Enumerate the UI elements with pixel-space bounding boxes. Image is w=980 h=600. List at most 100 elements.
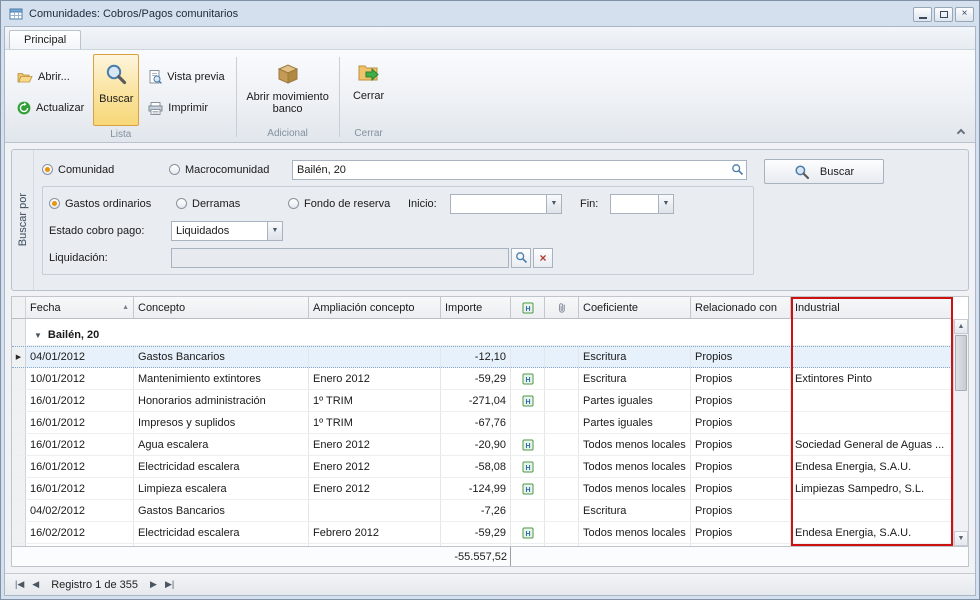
status-bar: |◀ ◀ Registro 1 de 355 ▶ ▶| [5, 573, 975, 595]
chevron-down-icon[interactable]: ▼ [546, 195, 561, 213]
table-row[interactable]: ▶04/01/2012Gastos Bancarios-12,10Escritu… [12, 346, 968, 368]
cell-doc: H [511, 522, 545, 543]
buscar-button[interactable]: Buscar [93, 54, 139, 126]
cell-clip [545, 522, 579, 543]
comunidad-value: Bailén, 20 [297, 164, 728, 176]
table-row[interactable]: 16/01/2012Agua escaleraEnero 2012-20,90H… [12, 434, 968, 456]
close-icon: × [962, 9, 968, 19]
minimize-icon [919, 17, 927, 19]
cell-importe: -59,29 [441, 522, 511, 543]
inicio-date-picker[interactable]: ▼ [450, 194, 562, 214]
comunidad-search-button[interactable] [728, 161, 746, 179]
last-record-button[interactable]: ▶| [161, 579, 178, 590]
cell-importe: -20,90 [441, 434, 511, 455]
scrollbar-thumb[interactable] [955, 335, 967, 391]
liquidacion-search-button[interactable] [511, 248, 531, 268]
table-row[interactable]: 10/01/2012Mantenimiento extintoresEnero … [12, 368, 968, 390]
fin-label: Fin: [580, 198, 610, 210]
record-info: Registro 1 de 355 [51, 579, 138, 591]
column-header-coeficiente[interactable]: Coeficiente [579, 297, 691, 319]
cell-clip [545, 544, 579, 546]
column-header-ampliacion[interactable]: Ampliación concepto [309, 297, 441, 319]
cell-ampliacion: Febrero 2012 [309, 522, 441, 543]
cell-industrial: Limpiezas Sampedro, S.L. [791, 478, 953, 499]
document-icon: H [522, 373, 534, 385]
scrollbar-track[interactable] [954, 334, 968, 531]
row-indicator [12, 434, 26, 455]
abrir-button[interactable]: Abrir... [10, 65, 91, 89]
table-row[interactable]: 16/01/2012Honorarios administración1º TR… [12, 390, 968, 412]
column-header-adjunto[interactable] [545, 297, 579, 319]
cell-ampliacion: Enero 2012 [309, 368, 441, 389]
radio-gastos-ordinarios[interactable]: Gastos ordinarios [49, 198, 176, 210]
cell-concepto: Limpieza escalera [134, 544, 309, 546]
cell-fecha: 16/01/2012 [26, 478, 134, 499]
minimize-button[interactable] [913, 7, 932, 22]
column-header-documento[interactable]: H [511, 297, 545, 319]
column-header-importe[interactable]: Importe [441, 297, 511, 319]
column-header-industrial[interactable]: Industrial [791, 297, 953, 319]
table-row[interactable]: 16/02/2012Electricidad escaleraFebrero 2… [12, 522, 968, 544]
vista-previa-button[interactable]: Vista previa [141, 65, 231, 89]
cell-relacionado: Propios [691, 478, 791, 499]
cerrar-button[interactable]: Cerrar [346, 54, 392, 126]
cell-fecha: 16/01/2012 [26, 412, 134, 433]
column-header-concepto[interactable]: Concepto [134, 297, 309, 319]
radio-derramas[interactable]: Derramas [176, 198, 288, 210]
fin-date-picker[interactable]: ▼ [610, 194, 674, 214]
chevron-down-icon[interactable]: ▼ [267, 222, 282, 240]
table-row[interactable]: 16/02/2012Limpieza escaleraFebrero 2012-… [12, 544, 968, 546]
chevron-down-icon[interactable]: ▼ [658, 195, 673, 213]
liquidacion-clear-button[interactable]: × [533, 248, 553, 268]
radio-macrocomunidad[interactable]: Macrocomunidad [169, 164, 292, 176]
cell-concepto: Gastos Bancarios [134, 500, 309, 521]
collapse-ribbon-button[interactable] [954, 124, 968, 138]
maximize-button[interactable] [934, 7, 953, 22]
cell-doc: H [511, 434, 545, 455]
cell-relacionado: Propios [691, 390, 791, 411]
abrir-movimiento-banco-button[interactable]: Abrir movimiento banco [243, 54, 333, 126]
radio-comunidad[interactable]: Comunidad [42, 164, 169, 176]
liquidacion-input[interactable] [171, 248, 509, 268]
cell-coeficiente: Partes iguales [579, 412, 691, 433]
table-row[interactable]: 16/01/2012Impresos y suplidos1º TRIM-67,… [12, 412, 968, 434]
column-header-fecha[interactable]: Fecha ▲ [26, 297, 134, 319]
cell-fecha: 04/01/2012 [26, 347, 134, 367]
ribbon-group-cerrar: Cerrar Cerrar [341, 52, 397, 142]
next-record-button[interactable]: ▶ [146, 579, 161, 590]
imprimir-button[interactable]: Imprimir [141, 96, 231, 120]
vertical-scrollbar[interactable]: ▲ ▼ [953, 319, 968, 546]
row-indicator: ▶ [12, 347, 26, 367]
close-button[interactable]: × [955, 7, 974, 22]
panel-buscar-button[interactable]: Buscar [764, 159, 884, 184]
actualizar-button[interactable]: Actualizar [10, 96, 91, 120]
table-row[interactable]: 04/02/2012Gastos Bancarios-7,26Escritura… [12, 500, 968, 522]
first-record-button[interactable]: |◀ [11, 579, 28, 590]
results-grid: Fecha ▲ Concepto Ampliación concepto Imp… [11, 296, 969, 567]
cell-doc [511, 500, 545, 521]
previous-record-button[interactable]: ◀ [28, 579, 43, 590]
group-row[interactable]: ▼ Bailén, 20 [12, 319, 968, 346]
cell-coeficiente: Todos menos locales [579, 456, 691, 477]
search-icon [515, 251, 528, 264]
document-icon: H [522, 302, 534, 314]
radio-fondo-reserva[interactable]: Fondo de reserva [288, 198, 408, 210]
scroll-up-button[interactable]: ▲ [954, 319, 968, 334]
cell-fecha: 16/01/2012 [26, 456, 134, 477]
cell-relacionado: Propios [691, 368, 791, 389]
tab-principal[interactable]: Principal [9, 30, 81, 49]
chevron-up-icon [957, 128, 965, 136]
estado-combo[interactable]: Liquidados ▼ [171, 221, 283, 241]
cell-clip [545, 368, 579, 389]
cell-concepto: Electricidad escalera [134, 456, 309, 477]
content-area: Buscar por Comunidad Macrocomunidad [5, 143, 975, 573]
comunidad-input[interactable]: Bailén, 20 [292, 160, 747, 180]
ribbon: Abrir... Actualizar [5, 49, 975, 143]
cell-coeficiente: Todos menos locales [579, 434, 691, 455]
column-header-relacionado[interactable]: Relacionado con [691, 297, 791, 319]
table-row[interactable]: 16/01/2012Limpieza escaleraEnero 2012-12… [12, 478, 968, 500]
scroll-down-button[interactable]: ▼ [954, 531, 968, 546]
table-row[interactable]: 16/01/2012Electricidad escaleraEnero 201… [12, 456, 968, 478]
collapse-group-icon[interactable]: ▼ [34, 331, 42, 341]
column-label: Concepto [138, 302, 185, 314]
